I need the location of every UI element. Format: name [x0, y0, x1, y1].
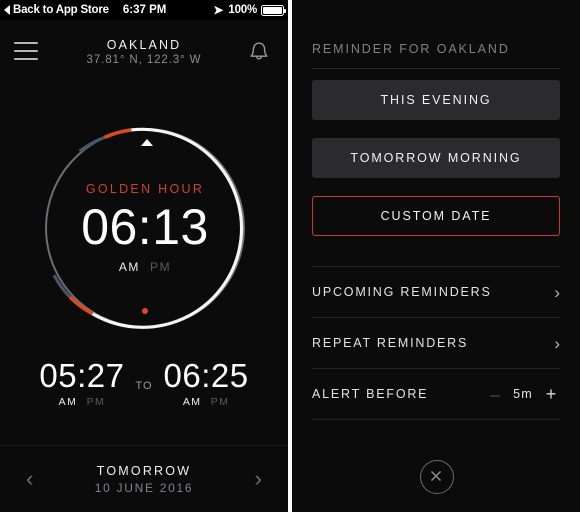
back-label: Back to App Store — [13, 4, 109, 16]
dial-center-readout: GOLDEN HOUR 06:13 AM PM — [42, 125, 248, 331]
range-start-pm: PM — [86, 396, 106, 408]
upcoming-reminders-label: UPCOMING REMINDERS — [312, 285, 492, 299]
bell-icon-svg — [250, 42, 268, 60]
right-panel: REMINDER FOR OAKLAND THIS EVENING TOMORR… — [292, 0, 580, 512]
alert-before-row: ALERT BEFORE – 5m + — [312, 369, 560, 419]
custom-date-button[interactable]: CUSTOM DATE — [312, 196, 560, 236]
chevron-right-icon[interactable]: › — [255, 468, 262, 490]
chevron-right-icon: › — [554, 282, 560, 302]
chevron-left-icon[interactable]: ‹ — [26, 468, 33, 490]
range-end-am: AM — [182, 396, 202, 408]
this-evening-button[interactable]: THIS EVENING — [312, 80, 560, 120]
date-navigator-center: TOMORROW 10 JUNE 2016 — [95, 464, 193, 495]
stepper-plus-button[interactable]: + — [542, 385, 560, 403]
list-divider-bottom — [312, 419, 560, 420]
left-panel: Back to App Store 6:37 PM ➤ 100% OAKLAND… — [0, 0, 288, 512]
stepper-minus-button[interactable]: – — [486, 386, 504, 403]
reminder-title-divider — [312, 68, 560, 69]
upcoming-reminders-row[interactable]: UPCOMING REMINDERS › — [312, 267, 560, 317]
city-coordinates: 37.81° N, 122.3° W — [86, 54, 202, 66]
dial-time: 06:13 — [81, 199, 209, 255]
repeat-reminders-label: REPEAT REMINDERS — [312, 336, 469, 350]
battery-percent: 100% — [228, 4, 257, 16]
range-start: 05:27 AM PM — [39, 358, 124, 408]
dial-ampm: AM PM — [119, 260, 171, 274]
range-end-time: 06:25 — [163, 357, 249, 394]
reminder-panel-title: REMINDER FOR OAKLAND — [312, 42, 510, 56]
golden-hour-label: GOLDEN HOUR — [85, 182, 205, 196]
alert-before-label: ALERT BEFORE — [312, 387, 429, 401]
footer-day-label: TOMORROW — [96, 463, 192, 478]
tomorrow-morning-button[interactable]: TOMORROW MORNING — [312, 138, 560, 178]
repeat-reminders-row[interactable]: REPEAT REMINDERS › — [312, 318, 560, 368]
back-triangle-icon — [4, 5, 10, 15]
app-screenshot: Back to App Store 6:37 PM ➤ 100% OAKLAND… — [0, 0, 580, 512]
range-end: 06:25 AM PM — [164, 358, 249, 408]
left-header: OAKLAND 37.81° N, 122.3° W — [0, 20, 288, 82]
range-end-ampm: AM PM — [164, 396, 249, 408]
status-bar-time: 6:37 PM — [122, 4, 167, 16]
city-name: OAKLAND — [106, 38, 182, 52]
stepper-value: 5m — [513, 387, 533, 401]
back-to-app-store-button[interactable]: Back to App Store — [4, 4, 109, 16]
range-separator: TO — [135, 380, 153, 392]
range-end-pm: PM — [210, 396, 230, 408]
range-start-ampm: AM PM — [39, 396, 124, 408]
chevron-right-icon: › — [554, 333, 560, 353]
golden-hour-range: 05:27 AM PM TO 06:25 AM PM — [0, 358, 288, 408]
city-block[interactable]: OAKLAND 37.81° N, 122.3° W — [0, 38, 288, 66]
range-start-time: 05:27 — [39, 357, 125, 394]
close-circle-icon[interactable] — [420, 460, 454, 494]
dial-pm-label: PM — [149, 260, 172, 274]
alert-before-stepper: – 5m + — [486, 385, 560, 403]
status-bar: Back to App Store 6:37 PM ➤ 100% — [0, 0, 288, 20]
dial-am-label: AM — [118, 260, 141, 274]
sun-dial[interactable]: GOLDEN HOUR 06:13 AM PM — [42, 125, 248, 331]
date-navigator: ‹ TOMORROW 10 JUNE 2016 › — [0, 445, 288, 512]
range-start-am: AM — [58, 396, 78, 408]
battery-full-icon — [261, 4, 287, 16]
close-x-icon — [430, 470, 442, 482]
bell-icon[interactable] — [248, 40, 270, 64]
location-arrow-icon: ➤ — [213, 3, 224, 17]
footer-date-label: 10 JUNE 2016 — [94, 480, 194, 495]
status-bar-right: ➤ 100% — [213, 3, 287, 17]
